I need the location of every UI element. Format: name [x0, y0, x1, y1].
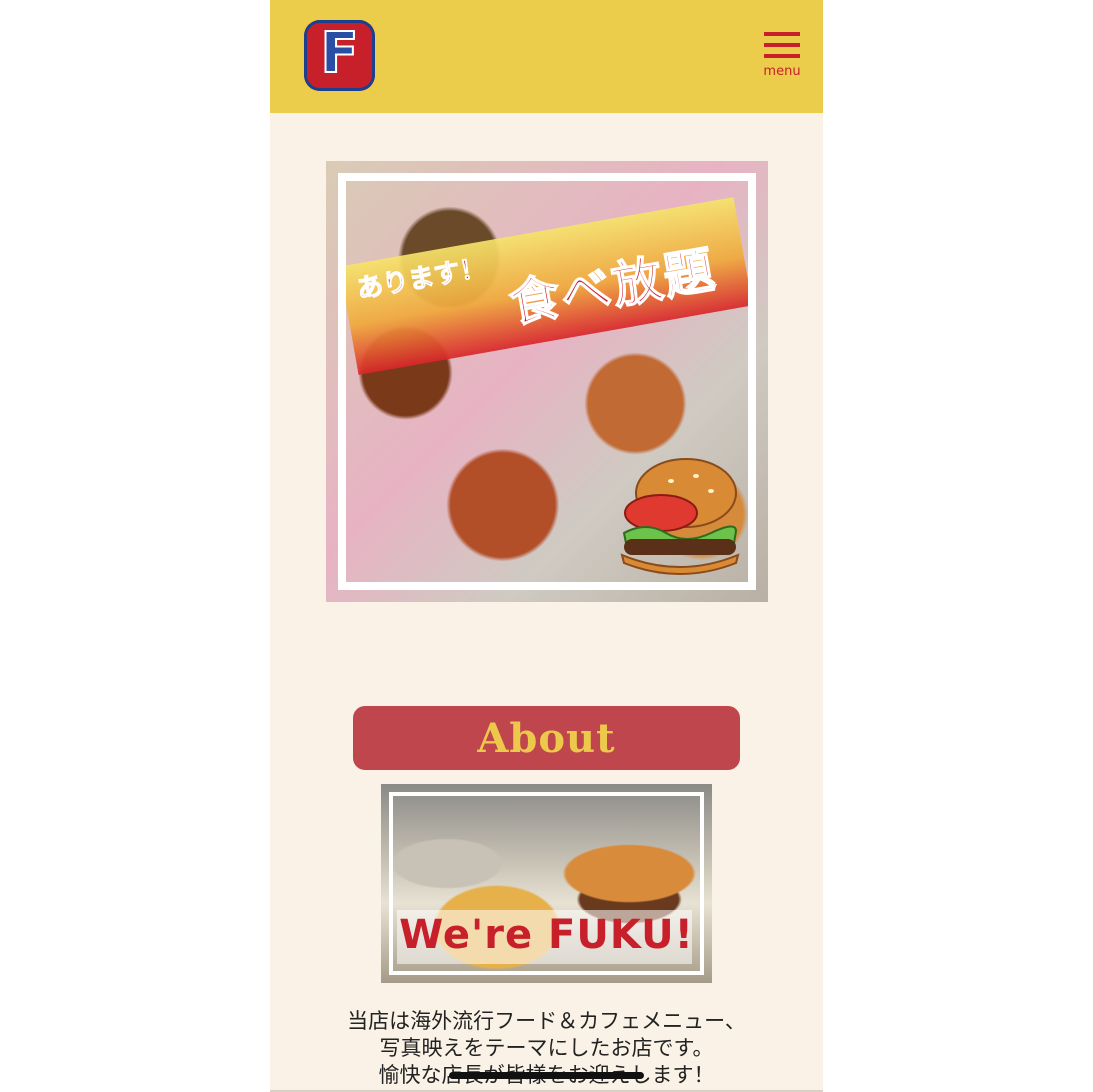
hamburger-menu-icon-bar: [764, 43, 800, 47]
about-heading: About: [477, 714, 616, 762]
logo-f-icon[interactable]: F: [304, 20, 375, 91]
hamburger-menu-button[interactable]: menu: [758, 30, 806, 90]
about-line-2: 写真映えをテーマにしたお店です。: [379, 1036, 714, 1060]
hamburger-menu-icon: [764, 32, 800, 36]
site-header: F menu: [270, 0, 823, 113]
about-heading-pill: About: [353, 706, 740, 770]
about-photo: We're FUKU!: [381, 784, 712, 983]
about-line-1: 当店は海外流行フード＆カフェメニュー、: [347, 1009, 746, 1033]
menu-label: menu: [763, 64, 801, 79]
about-photo-caption: We're FUKU!: [399, 912, 694, 958]
home-indicator[interactable]: [449, 1072, 644, 1079]
hamburger-menu-icon-bar: [764, 54, 800, 58]
hero-frame: [338, 173, 756, 590]
hero-banner-image: あります！ 食べ放題: [326, 161, 768, 602]
mobile-page: F menu あります！ 食べ放題 About We're FUKU! 当店は海…: [270, 0, 823, 1092]
logo-letter: F: [319, 20, 359, 86]
